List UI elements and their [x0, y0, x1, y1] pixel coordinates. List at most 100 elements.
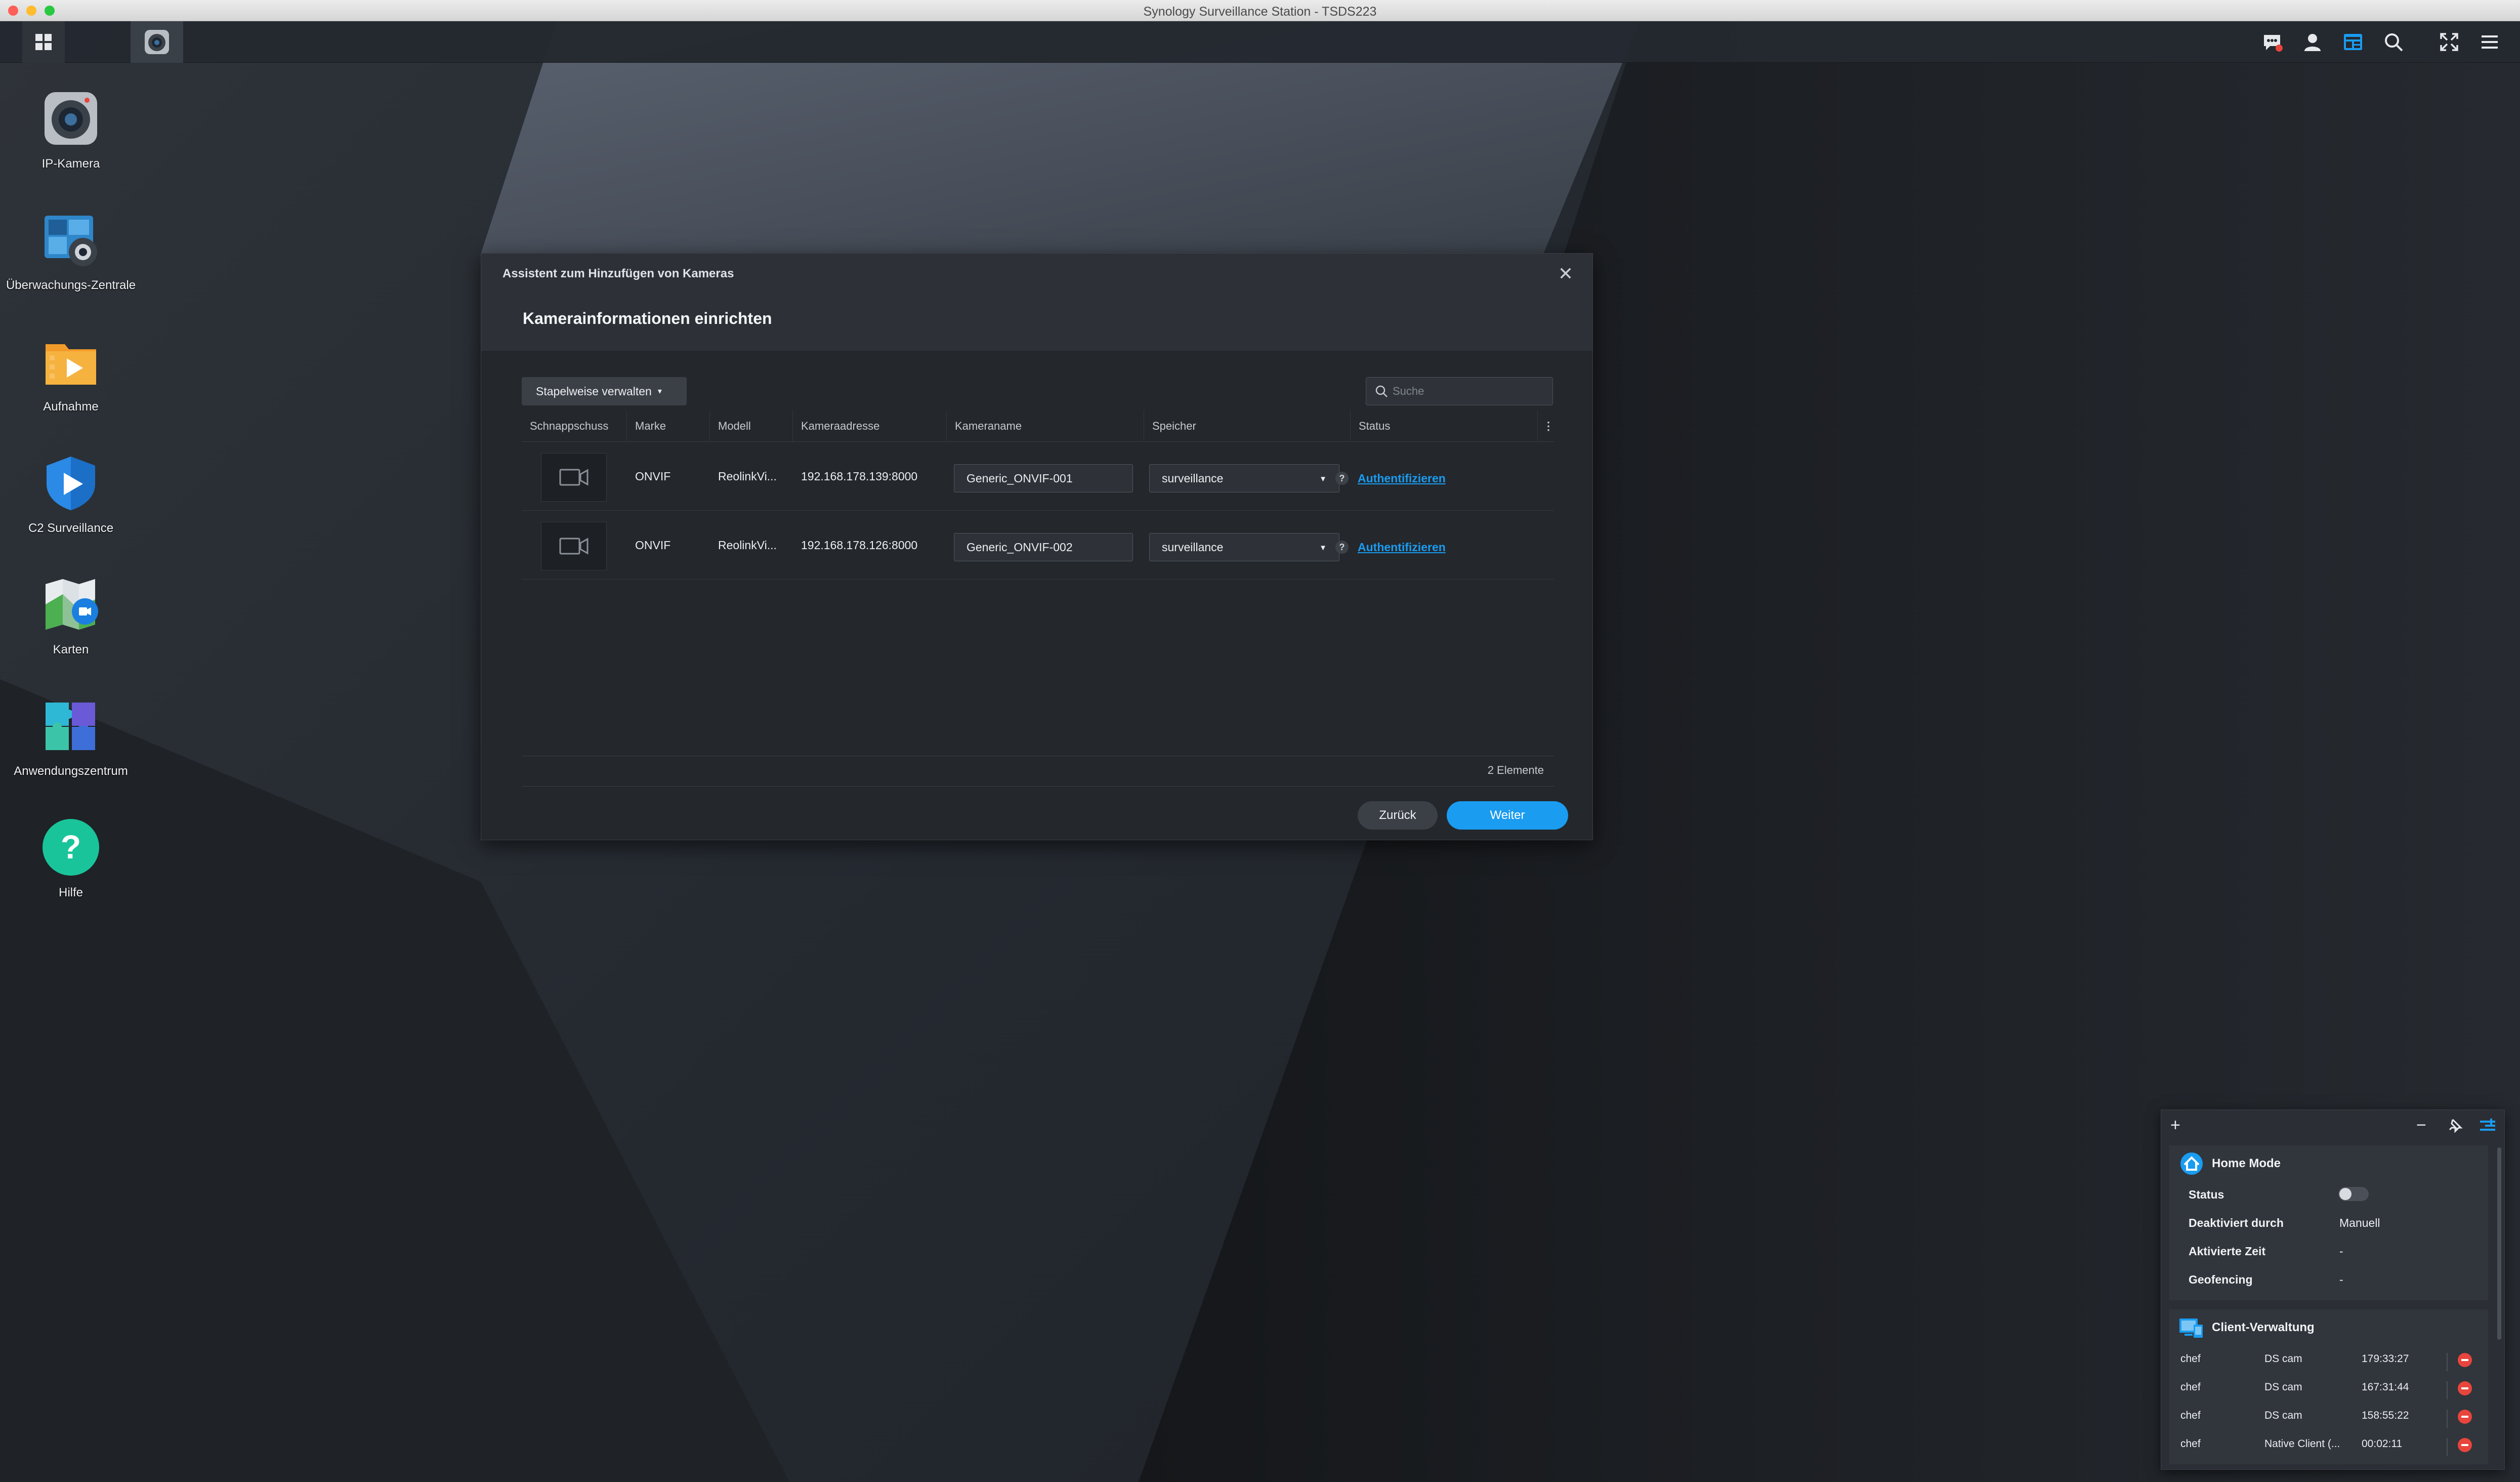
authenticate-link[interactable]: Authentifizieren — [1358, 541, 1446, 554]
app-grid-icon[interactable] — [22, 21, 65, 63]
video-camera-icon — [559, 469, 589, 486]
user-icon[interactable] — [2292, 21, 2333, 63]
storage-select-value: surveillance — [1162, 471, 1224, 485]
close-dialog-icon[interactable]: ✕ — [1558, 265, 1573, 283]
help-icon: ? — [40, 817, 101, 878]
wizard-title: Assistent zum Hinzufügen von Kameras — [502, 267, 734, 280]
help-icon[interactable]: ? — [1335, 541, 1349, 554]
desktop-icon-label: Aufnahme — [43, 400, 99, 414]
desktop-icon-label: Karten — [53, 643, 89, 656]
next-button[interactable]: Weiter — [1447, 801, 1568, 830]
client-row: chef DS cam 158:55:22 — [2169, 1402, 2488, 1430]
desktop-icon-ip-camera[interactable]: IP-Kamera — [0, 88, 142, 171]
client-row: chef DS cam 179:33:27 — [2169, 1345, 2488, 1373]
search-placeholder: Suche — [1393, 385, 1424, 397]
taskbar — [0, 21, 2520, 63]
storage-select[interactable]: surveillance ▼ — [1149, 533, 1339, 561]
widgets-icon[interactable] — [2333, 21, 2373, 63]
table-header: Schnappschuss Marke Modell Kameraadresse… — [522, 410, 1554, 442]
search-field[interactable]: Suche — [1366, 377, 1553, 405]
disconnect-client-icon[interactable] — [2458, 1381, 2472, 1395]
disconnect-client-icon[interactable] — [2458, 1410, 2472, 1424]
geofencing-label: Geofencing — [2189, 1273, 2253, 1286]
client-type: DS cam — [2264, 1410, 2302, 1421]
activated-time-value: - — [2339, 1245, 2343, 1258]
disconnect-client-icon[interactable] — [2458, 1438, 2472, 1452]
brand-cell: ONVIF — [635, 469, 671, 483]
caret-down-icon: ▼ — [1319, 544, 1327, 552]
desktop-icon-monitor-center[interactable]: Überwachungs-Zentrale — [0, 210, 142, 293]
client-duration: 167:31:44 — [2362, 1381, 2409, 1393]
search-icon[interactable] — [2373, 21, 2414, 63]
pin-icon[interactable] — [2448, 1117, 2463, 1137]
table-row[interactable]: ONVIF ReolinkVi... 192.168.178.139:8000 … — [522, 442, 1554, 511]
widget-settings-icon[interactable] — [2479, 1117, 2496, 1137]
column-header-camera-name[interactable]: Kameraname — [947, 410, 1144, 442]
map-icon — [40, 574, 101, 635]
home-mode-icon — [2179, 1151, 2204, 1178]
snapshot-thumbnail — [541, 522, 607, 570]
fullscreen-icon[interactable] — [2429, 21, 2469, 63]
client-row: chef DS cam 167:31:44 — [2169, 1373, 2488, 1402]
client-duration: 179:33:27 — [2362, 1353, 2409, 1365]
caret-down-icon: ▼ — [1319, 475, 1327, 483]
camera-name-input[interactable]: Generic_ONVIF-002 — [954, 533, 1133, 561]
camera-name-input[interactable]: Generic_ONVIF-001 — [954, 464, 1133, 492]
column-header-model[interactable]: Modell — [710, 410, 793, 442]
add-widget-icon[interactable]: + — [2170, 1115, 2180, 1135]
client-type: DS cam — [2264, 1353, 2302, 1365]
desktop-icon-label: Anwendungszentrum — [14, 764, 128, 778]
client-row: chef Native Client (... 00:02:11 — [2169, 1430, 2488, 1458]
storage-select-value: surveillance — [1162, 540, 1224, 554]
geofencing-value: - — [2339, 1273, 2343, 1286]
home-mode-toggle[interactable] — [2338, 1187, 2369, 1201]
batch-manage-button[interactable]: Stapelweise verwalten ▾ — [522, 377, 687, 405]
item-count: 2 Elemente — [1487, 764, 1544, 776]
ip-camera-icon — [40, 88, 101, 149]
address-cell: 192.168.178.126:8000 — [801, 538, 918, 552]
help-icon[interactable]: ? — [1335, 472, 1349, 485]
desktop-icon-c2-surveillance[interactable]: C2 Surveillance — [0, 452, 142, 536]
monitor-center-icon — [40, 210, 101, 270]
column-header-status[interactable]: Status — [1351, 410, 1538, 442]
column-header-address[interactable]: Kameraadresse — [793, 410, 947, 442]
desktop-icon-label: IP-Kamera — [41, 157, 100, 171]
client-duration: 00:02:11 — [2362, 1438, 2403, 1450]
notification-icon[interactable] — [2252, 21, 2292, 63]
desktop-icon-app-center[interactable]: Anwendungszentrum — [0, 695, 142, 778]
column-header-brand[interactable]: Marke — [627, 410, 710, 442]
window-title: Synology Surveillance Station - TSDS223 — [1143, 5, 1377, 19]
video-camera-icon — [559, 538, 589, 555]
widget-scrollbar[interactable] — [2497, 1147, 2501, 1340]
status-cell: ? Authentifizieren — [1335, 464, 1446, 492]
authenticate-link[interactable]: Authentifizieren — [1358, 472, 1446, 485]
address-cell: 192.168.178.139:8000 — [801, 469, 918, 483]
svg-text:?: ? — [61, 828, 81, 866]
client-user: chef — [2180, 1353, 2201, 1365]
minimize-widget-icon[interactable]: − — [2416, 1115, 2426, 1135]
column-options-icon[interactable]: ⋮ — [1538, 410, 1554, 442]
desktop-icon-maps[interactable]: Karten — [0, 574, 142, 657]
desktop-icon-recording[interactable]: Aufnahme — [0, 331, 142, 414]
menu-icon[interactable] — [2469, 21, 2510, 63]
app-center-icon — [40, 695, 101, 756]
add-camera-wizard-dialog: Assistent zum Hinzufügen von Kameras ✕ K… — [481, 253, 1593, 840]
disconnect-client-icon[interactable] — [2458, 1353, 2472, 1367]
storage-select[interactable]: surveillance ▼ — [1149, 464, 1339, 492]
desktop-icon-help[interactable]: ? Hilfe — [0, 817, 142, 900]
table-row[interactable]: ONVIF ReolinkVi... 192.168.178.126:8000 … — [522, 511, 1554, 580]
camera-app-icon[interactable] — [131, 21, 183, 63]
c2-shield-icon — [40, 452, 101, 513]
client-management-title: Client-Verwaltung — [2212, 1321, 2315, 1334]
column-header-snapshot[interactable]: Schnappschuss — [522, 410, 627, 442]
brand-cell: ONVIF — [635, 538, 671, 552]
desktop-icon-label: Hilfe — [58, 886, 83, 899]
column-header-storage[interactable]: Speicher — [1144, 410, 1351, 442]
client-user: chef — [2180, 1381, 2201, 1393]
home-mode-status-label: Status — [2189, 1188, 2224, 1201]
client-management-icon — [2178, 1315, 2205, 1342]
activated-time-label: Aktivierte Zeit — [2189, 1245, 2266, 1258]
back-button[interactable]: Zurück — [1358, 801, 1438, 830]
home-mode-card: Home Mode Status Deaktiviert durch Manue… — [2169, 1145, 2488, 1300]
model-cell: ReolinkVi... — [718, 469, 777, 483]
